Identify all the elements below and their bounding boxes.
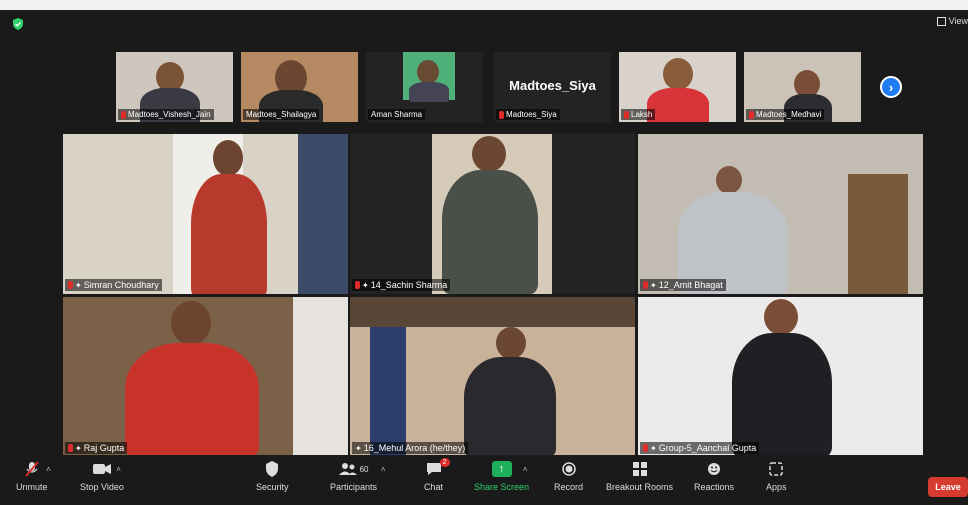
stop-video-label: Stop Video <box>80 482 124 492</box>
security-button[interactable]: Security <box>256 461 289 492</box>
participants-label: Participants <box>330 482 378 492</box>
wall-art <box>293 297 348 457</box>
apps-label: Apps <box>766 482 787 492</box>
grid-icon <box>936 16 946 26</box>
apps-icon <box>767 461 785 477</box>
tile-aanchal[interactable]: ✦ Group-5_Aanchal Gupta <box>638 297 923 457</box>
chevron-up-icon[interactable]: ˄ <box>381 465 386 474</box>
smiley-icon <box>705 461 723 477</box>
participant-label: ✦ 12_Amit Bhagat <box>640 279 726 291</box>
participant-display-name: Madtoes_Siya <box>509 78 596 93</box>
unmute-button[interactable]: ˄ Unmute <box>16 461 51 492</box>
view-label: View <box>948 16 968 26</box>
share-screen-label: Share Screen <box>474 482 530 492</box>
participant-label: ✦ 14_Sachin Sharma <box>352 279 451 291</box>
participant-label: ✦ 16_Mehul Arora (he/they) <box>352 442 469 454</box>
participant-label: Madtoes_Shailagya <box>243 109 320 120</box>
tile-simran[interactable]: ✦ Simran Choudhary <box>63 134 348 294</box>
pin-icon: ✦ <box>355 443 362 453</box>
chevron-up-icon[interactable]: ˄ <box>46 465 51 474</box>
shield-icon[interactable] <box>12 18 24 30</box>
door <box>848 174 908 294</box>
muted-mic-icon <box>499 110 504 119</box>
muted-mic-icon <box>643 444 648 452</box>
share-screen-button[interactable]: ↑ ˄ Share Screen <box>474 461 529 492</box>
breakout-rooms-button[interactable]: Breakout Rooms <box>606 461 673 492</box>
chevron-right-icon: › <box>888 79 894 95</box>
record-icon <box>560 461 578 477</box>
record-button[interactable]: Record <box>554 461 583 492</box>
pin-icon: ✦ <box>75 280 82 290</box>
participant-label: Madtoes_Siya <box>496 109 560 120</box>
security-label: Security <box>256 482 289 492</box>
pin-icon: ✦ <box>650 280 657 290</box>
chat-badge: 2 <box>439 458 450 467</box>
meeting-toolbar: ˄ Unmute ˄ Stop Video Security 60 ˄ Part… <box>0 455 968 505</box>
shield-icon <box>263 461 281 477</box>
thumbnail-medhavi[interactable]: Madtoes_Medhavi <box>744 52 861 122</box>
tile-amit[interactable]: ✦ 12_Amit Bhagat <box>638 134 923 294</box>
tile-raj[interactable]: ✦ Raj Gupta <box>63 297 348 457</box>
view-button[interactable]: View <box>936 16 968 26</box>
participant-label: Madtoes_Medhavi <box>746 109 825 120</box>
tile-sachin[interactable]: ✦ 14_Sachin Sharma <box>350 134 635 294</box>
curtain <box>298 134 348 294</box>
chevron-up-icon[interactable]: ˄ <box>116 465 121 474</box>
share-screen-icon: ↑ ˄ <box>491 461 528 477</box>
participant-label: ✦ Group-5_Aanchal Gupta <box>640 442 760 454</box>
participant-label: Laksh <box>621 109 656 120</box>
muted-mic-icon <box>68 444 73 452</box>
participants-count: 60 <box>359 464 369 474</box>
ceiling <box>350 297 635 327</box>
unmute-label: Unmute <box>16 482 48 492</box>
tile-mehul[interactable]: ✦ 16_Mehul Arora (he/they) <box>350 297 635 457</box>
pin-icon: ✦ <box>362 280 369 290</box>
participant-label: ✦ Raj Gupta <box>65 442 128 454</box>
chat-label: Chat <box>424 482 444 492</box>
participants-button[interactable]: 60 ˄ Participants <box>330 461 386 492</box>
chat-button[interactable]: 2 Chat <box>424 458 450 492</box>
thumbnail-laksh[interactable]: Laksh <box>619 52 736 122</box>
leave-button[interactable]: Leave <box>928 477 968 497</box>
reactions-button[interactable]: Reactions <box>694 461 734 492</box>
chat-icon: 2 <box>425 458 450 477</box>
participants-icon: 60 ˄ <box>334 461 386 477</box>
participant-label: ✦ Simran Choudhary <box>65 279 162 291</box>
reactions-label: Reactions <box>694 482 735 492</box>
participant-label: Madtoes_Vishesh_Jain <box>118 109 214 120</box>
thumbnail-vishesh[interactable]: Madtoes_Vishesh_Jain <box>116 52 233 122</box>
breakout-rooms-label: Breakout Rooms <box>606 482 674 492</box>
record-label: Record <box>554 482 584 492</box>
meeting-window: View Madtoes_Vishesh_Jain Madtoes_Shaila… <box>4 10 968 505</box>
muted-mic-icon <box>624 110 629 119</box>
participant-video <box>403 52 455 102</box>
window-top-edge <box>0 0 968 10</box>
muted-mic-icon <box>68 281 73 289</box>
muted-mic-icon <box>355 281 360 289</box>
pin-icon: ✦ <box>650 443 657 453</box>
participant-label: Aman Sharma <box>368 109 426 120</box>
curtain <box>370 327 406 457</box>
stop-video-button[interactable]: ˄ Stop Video <box>80 461 124 492</box>
participant-video <box>432 134 552 294</box>
apps-button[interactable]: Apps <box>766 461 787 492</box>
pin-icon: ✦ <box>75 443 82 453</box>
video-camera-icon: ˄ <box>92 461 121 477</box>
muted-microphone-icon: ˄ <box>23 461 51 477</box>
thumbnail-shailagya[interactable]: Madtoes_Shailagya <box>241 52 358 122</box>
muted-mic-icon <box>749 110 754 119</box>
chevron-up-icon[interactable]: ˄ <box>523 465 528 474</box>
thumbnail-aman[interactable]: Aman Sharma <box>366 52 483 122</box>
next-page-button[interactable]: › <box>880 76 902 98</box>
muted-mic-icon <box>121 110 126 119</box>
breakout-rooms-icon <box>631 461 649 477</box>
thumbnail-siya[interactable]: Madtoes_Siya Madtoes_Siya <box>494 52 611 122</box>
muted-mic-icon <box>643 281 648 289</box>
